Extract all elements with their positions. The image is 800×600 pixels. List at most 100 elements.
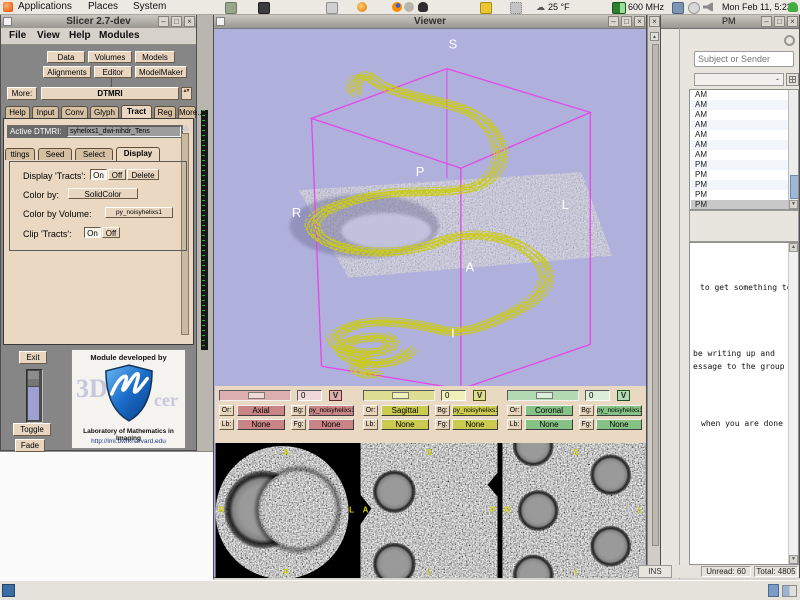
menu-view[interactable]: View	[37, 28, 60, 44]
models-module-button[interactable]: Models	[135, 51, 175, 63]
firefox-icon[interactable]	[392, 2, 402, 12]
close-button[interactable]: ×	[184, 16, 195, 27]
display-tracts-on[interactable]: On	[90, 169, 107, 180]
fade-slider[interactable]	[26, 369, 43, 423]
tab-glyph[interactable]: Glyph	[90, 106, 119, 118]
color-by-volume-button[interactable]: py_noisyhelixs1	[105, 207, 173, 218]
viewer-minimize-button[interactable]: –	[608, 16, 619, 27]
current-module-field[interactable]: DTMRI	[41, 87, 179, 100]
sliver-scroll-up-icon[interactable]: ▲	[650, 32, 659, 41]
coronal-orientation-button[interactable]: Coronal	[525, 405, 573, 416]
fade-button[interactable]: Fade	[15, 439, 45, 452]
coronal-visibility-checkbox[interactable]: V	[617, 390, 630, 401]
tab-reg[interactable]: Reg	[154, 106, 176, 118]
minimized-folder-icon[interactable]	[480, 2, 492, 14]
menu-file[interactable]: File	[9, 28, 26, 44]
coronal-fg-volume-button[interactable]: None	[596, 419, 642, 430]
tab-more[interactable]: More...	[178, 106, 196, 118]
sagittal-slice-slider[interactable]	[363, 390, 435, 401]
trash-applet-icon[interactable]	[768, 584, 779, 597]
coronal-bg-volume-button[interactable]: py_noisyhelixs1_	[596, 405, 642, 416]
coronal-slider-handle[interactable]	[536, 392, 553, 399]
subtab-seed[interactable]: Seed	[38, 148, 72, 160]
viewer-maximize-button[interactable]: □	[621, 16, 632, 27]
slicer-titlebar[interactable]: Slicer 2.7-dev – □ ×	[1, 15, 196, 29]
viewer-titlebar[interactable]: Viewer – □ ×	[214, 15, 646, 29]
viewer-close-button[interactable]: ×	[634, 16, 645, 27]
3d-viewport[interactable]: S P R L A I	[215, 28, 646, 386]
sagittal-slice-view[interactable]	[361, 443, 498, 578]
show-desktop-icon[interactable]	[2, 584, 15, 597]
filter-dropdown[interactable]: -	[694, 73, 784, 86]
coronal-slice-slider[interactable]	[507, 390, 579, 401]
axial-bg-volume-button[interactable]: py_noisyhelixs1_	[308, 405, 354, 416]
axial-slice-slider[interactable]	[219, 390, 291, 401]
tab-help[interactable]: Help	[5, 106, 30, 118]
tab-conv[interactable]: Conv	[61, 106, 88, 118]
sliver-close-button[interactable]: ×	[649, 16, 660, 27]
module-spinner[interactable]: ▴▾	[181, 87, 192, 100]
session-icon[interactable]	[788, 2, 798, 12]
preview-scrollbar[interactable]: ▲ ▼	[788, 243, 798, 564]
modelmaker-module-button[interactable]: ModelMaker	[135, 66, 187, 78]
minimize-button[interactable]: –	[158, 16, 169, 27]
volume-icon[interactable]	[703, 2, 713, 12]
volumes-module-button[interactable]: Volumes	[88, 51, 132, 63]
display-tracts-delete[interactable]: Delete	[127, 169, 159, 180]
menu-help[interactable]: Help	[69, 28, 91, 44]
clip-tracts-on[interactable]: On	[84, 227, 101, 238]
message-row[interactable]: PM	[691, 190, 788, 200]
toggle-button[interactable]: Toggle	[13, 423, 51, 436]
color-by-button[interactable]: SolidColor	[68, 188, 138, 199]
penguin-icon[interactable]	[418, 2, 428, 12]
axial-slider-handle[interactable]	[248, 392, 265, 399]
terminal-icon[interactable]	[258, 2, 270, 14]
sagittal-orientation-button[interactable]: Sagittal	[381, 405, 429, 416]
preview-scroll-up-icon[interactable]: ▲	[789, 243, 798, 252]
subtab-select[interactable]: Select	[75, 148, 113, 160]
sagittal-slice-entry[interactable]: 0	[441, 390, 466, 401]
message-row[interactable]: AM	[691, 100, 788, 110]
list-scrollbar[interactable]: ▼	[788, 90, 798, 209]
axial-slice-view[interactable]	[216, 446, 349, 578]
message-row[interactable]: AM	[691, 110, 788, 120]
axial-visibility-checkbox[interactable]: V	[329, 390, 342, 401]
preview-scroll-down-icon[interactable]: ▼	[789, 555, 798, 564]
message-row[interactable]: AM	[691, 130, 788, 140]
file-manager-icon[interactable]	[225, 2, 237, 14]
workspace-switcher[interactable]	[782, 585, 797, 597]
printer-icon[interactable]	[326, 2, 338, 14]
app-icon[interactable]	[357, 2, 367, 12]
list-scroll-down-icon[interactable]: ▼	[789, 200, 798, 209]
menu-modules[interactable]: Modules	[99, 28, 140, 44]
menu-places[interactable]: Places	[88, 0, 118, 14]
credit-url[interactable]: http://lmi.bwh.harvard.edu	[72, 438, 185, 445]
subtab-display[interactable]: Display	[116, 147, 160, 161]
message-row[interactable]: AM	[691, 150, 788, 160]
clip-tracts-off[interactable]: Off	[102, 227, 120, 238]
network-monitor-icon[interactable]	[672, 2, 684, 14]
list-scroll-thumb[interactable]	[790, 175, 799, 199]
coronal-slice-entry[interactable]: 0	[585, 390, 610, 401]
tab-input[interactable]: Input	[32, 106, 59, 118]
message-row-selected[interactable]: PM	[691, 200, 788, 210]
notification-icon[interactable]	[404, 2, 414, 12]
axial-orientation-button[interactable]: Axial	[237, 405, 285, 416]
search-input[interactable]	[694, 51, 794, 67]
sliver-scrollbar[interactable]	[652, 44, 659, 546]
subtab-settings[interactable]: ttings	[5, 148, 35, 160]
axial-label-volume-button[interactable]: None	[237, 419, 285, 430]
slice-viewports[interactable]: A R L P S A P I S R L I	[215, 443, 646, 578]
sagittal-visibility-checkbox[interactable]: V	[473, 390, 486, 401]
sagittal-bg-volume-button[interactable]: py_noisyhelixs1_	[452, 405, 498, 416]
sagittal-slider-handle[interactable]	[392, 392, 409, 399]
view-grid-icon[interactable]	[786, 73, 799, 86]
menu-applications[interactable]: Applications	[18, 0, 72, 14]
spin-down-icon[interactable]: ▾	[187, 88, 190, 94]
update-icon[interactable]	[688, 2, 700, 14]
axial-slice-entry[interactable]: 0	[297, 390, 322, 401]
editor-module-button[interactable]: Editor	[94, 66, 132, 78]
message-row[interactable]: PM	[691, 180, 788, 190]
data-module-button[interactable]: Data	[47, 51, 85, 63]
message-row[interactable]: AM	[691, 140, 788, 150]
